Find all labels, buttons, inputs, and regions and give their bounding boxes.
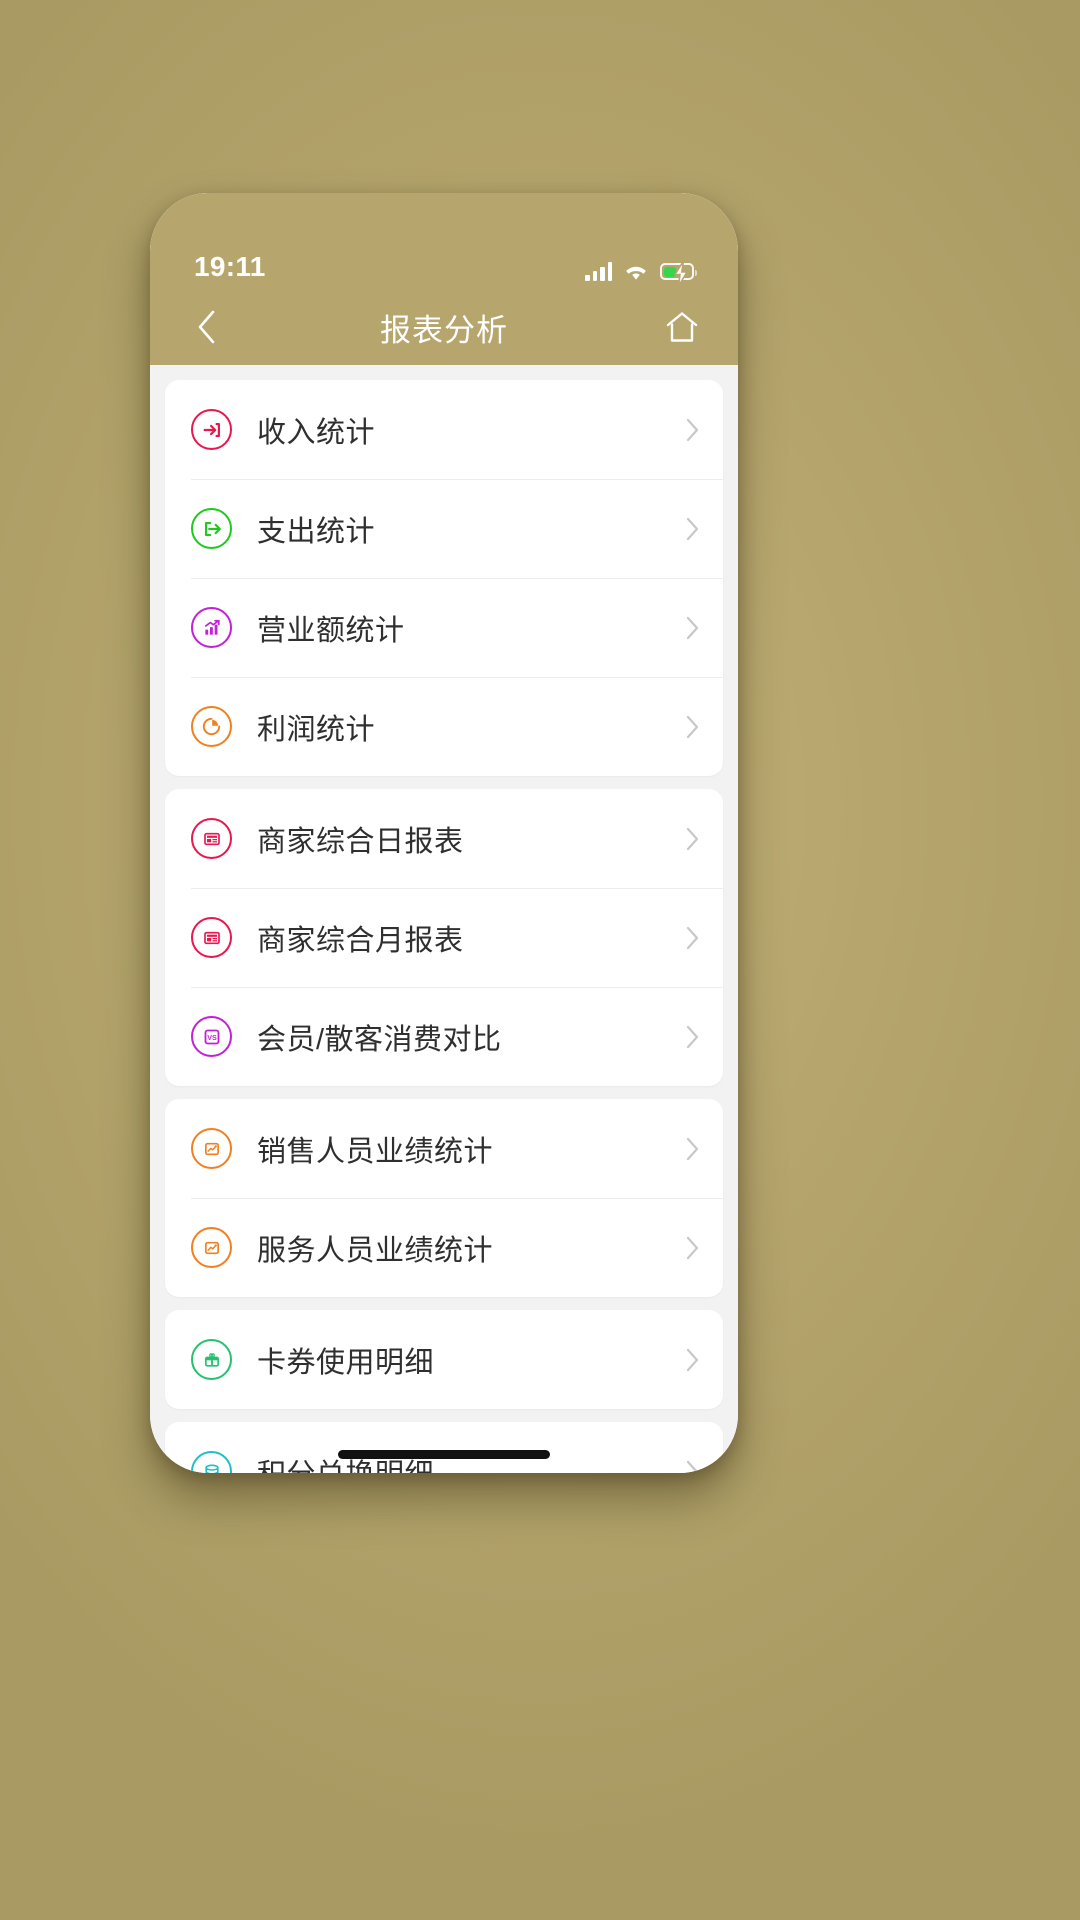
list-item[interactable]: 营业额统计 [165,578,723,677]
chevron-right-icon [686,1236,699,1259]
list-item[interactable]: VS 会员/散客消费对比 [165,987,723,1086]
chevron-right-icon [686,616,699,639]
list-item-label: 卡券使用明细 [257,1346,435,1379]
chevron-right-icon [686,517,699,540]
list-item[interactable]: 商家综合月报表 [165,888,723,987]
report-group-staff: 销售人员业绩统计 服务人员业绩统计 [165,1099,723,1297]
list-item[interactable]: 销售人员业绩统计 [165,1099,723,1198]
list-item[interactable]: 卡券使用明细 [165,1310,723,1409]
report-monthly-icon [191,917,232,958]
chevron-right-icon [686,715,699,738]
list-item[interactable]: 商家综合日报表 [165,789,723,888]
list-item-label: 商家综合日报表 [257,825,464,858]
bar-chart-trend-icon [191,607,232,648]
sales-performance-chart-icon [191,1128,232,1169]
coupon-gift-icon [191,1339,232,1380]
report-list[interactable]: 收入统计 支出统计 营业额统计 利润统计 商家综合日报表 商家综合月报表 VS … [150,365,738,1473]
wifi-icon [623,262,649,281]
page-title: 报表分析 [380,312,508,348]
status-bar: 19:11 [150,193,738,289]
svg-text:VS: VS [207,1034,217,1042]
home-indicator [338,1450,550,1459]
back-button[interactable] [176,289,236,365]
chevron-right-icon [686,1025,699,1048]
list-item-label: 服务人员业绩统计 [257,1234,494,1267]
chevron-right-icon [686,926,699,949]
service-performance-chart-icon [191,1227,232,1268]
status-bar-clock: 19:11 [194,251,266,282]
chevron-right-icon [686,1460,699,1473]
battery-charging-icon [660,261,697,286]
list-item[interactable]: 服务人员业绩统计 [165,1198,723,1297]
report-daily-icon [191,818,232,859]
home-button[interactable] [652,289,712,365]
pie-chart-icon [191,706,232,747]
phone-screen: 19:11 报表分析 收入统计 支出统计 营业额统计 利润统计 商家综合日报表 … [150,193,738,1473]
home-icon [666,312,698,342]
chevron-left-icon [198,310,215,344]
chevron-right-icon [686,418,699,441]
status-bar-icons [585,261,697,286]
phone-frame: 19:11 报表分析 收入统计 支出统计 营业额统计 利润统计 商家综合日报表 … [150,193,738,1473]
expense-arrow-out-icon [191,508,232,549]
report-group-financial: 收入统计 支出统计 营业额统计 利润统计 [165,380,723,776]
report-group-merchant: 商家综合日报表 商家综合月报表 VS 会员/散客消费对比 [165,789,723,1086]
points-stack-icon [191,1451,232,1473]
income-arrow-in-icon [191,409,232,450]
list-item-label: 会员/散客消费对比 [257,1023,502,1056]
list-item[interactable]: 支出统计 [165,479,723,578]
cellular-signal-icon [585,262,612,281]
list-item[interactable]: 积分兑换明细 [165,1422,723,1473]
list-item-label: 收入统计 [257,416,376,449]
list-item[interactable]: 收入统计 [165,380,723,479]
navigation-bar: 报表分析 [150,289,738,365]
chevron-right-icon [686,827,699,850]
list-item-label: 商家综合月报表 [257,924,464,957]
report-group-coupon: 卡券使用明细 [165,1310,723,1409]
versus-compare-icon: VS [191,1016,232,1057]
list-item-label: 销售人员业绩统计 [257,1135,494,1168]
report-group-points: 积分兑换明细 [165,1422,723,1473]
list-item[interactable]: 利润统计 [165,677,723,776]
list-item-label: 利润统计 [257,713,376,746]
chevron-right-icon [686,1348,699,1371]
chevron-right-icon [686,1137,699,1160]
list-item-label: 营业额统计 [257,614,405,647]
list-item-label: 支出统计 [257,515,376,548]
